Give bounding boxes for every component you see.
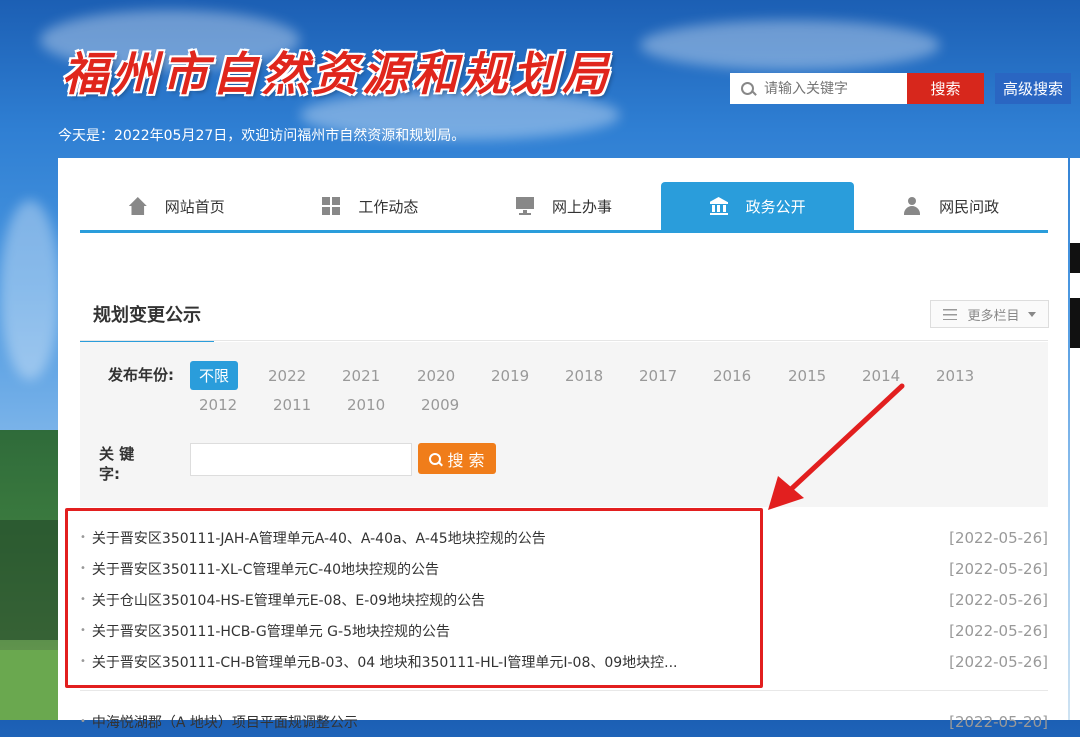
- year-option[interactable]: 2010: [347, 396, 385, 414]
- bullet-icon: •: [80, 716, 86, 727]
- sky-cloud: [0, 200, 60, 380]
- nav-label: 网上办事: [551, 197, 612, 216]
- year-option[interactable]: 2019: [491, 367, 529, 385]
- keyword-input[interactable]: [190, 443, 412, 476]
- list-item-date: [2022-05-26]: [949, 590, 1048, 609]
- more-columns-dropdown[interactable]: 更多栏目: [930, 300, 1049, 328]
- nav-label: 工作动态: [358, 197, 419, 216]
- list-item[interactable]: • 中海悦湖郡（A 地块）项目平面规调整公示 [2022-05-20]: [80, 706, 1048, 737]
- home-icon: [128, 197, 147, 215]
- year-option[interactable]: 2011: [273, 396, 311, 414]
- annotation-arrow-shaft: [785, 383, 905, 495]
- nav-item-home[interactable]: 网站首页: [80, 182, 274, 230]
- header-search-button[interactable]: 搜索: [907, 73, 984, 104]
- year-option[interactable]: 2021: [342, 367, 380, 385]
- welcome-date-line: 今天是：2022年05月27日，欢迎访问福州市自然资源和规划局。: [58, 128, 466, 144]
- list-item-date: [2022-05-26]: [949, 652, 1048, 671]
- list-item-date: [2022-05-20]: [949, 712, 1048, 731]
- user-icon: [903, 197, 921, 215]
- search-icon: [740, 81, 756, 97]
- list-item-title[interactable]: 中海悦湖郡（A 地块）项目平面规调整公示: [92, 712, 939, 732]
- more-columns-label: 更多栏目: [967, 308, 1020, 324]
- header-search-box[interactable]: [730, 73, 907, 104]
- year-option[interactable]: 2016: [713, 367, 751, 385]
- side-strip-mark: [1070, 298, 1080, 348]
- list-item-date: [2022-05-26]: [949, 528, 1048, 547]
- background-grass: [0, 650, 60, 720]
- section-divider: [80, 340, 1048, 341]
- year-option[interactable]: 2013: [936, 367, 974, 385]
- nav-label: 政务公开: [745, 197, 806, 216]
- nav-item-work-news[interactable]: 工作动态: [274, 182, 468, 230]
- nav-label: 网站首页: [164, 197, 225, 216]
- monitor-icon: [515, 197, 534, 215]
- keyword-search-label: 搜 索: [447, 450, 485, 470]
- advanced-search-button[interactable]: 高级搜索: [995, 73, 1071, 104]
- nav-label: 网民问政: [939, 197, 1000, 216]
- right-side-strip: [1070, 158, 1080, 720]
- year-option[interactable]: 2020: [417, 367, 455, 385]
- sky-cloud: [640, 20, 940, 70]
- section-title: 规划变更公示: [80, 288, 214, 343]
- list-icon: [943, 308, 958, 320]
- nav-item-government-affairs[interactable]: 政务公开: [660, 182, 855, 230]
- header-search-input[interactable]: [762, 79, 906, 98]
- year-option[interactable]: 2012: [199, 396, 237, 414]
- background-trees-shadow: [0, 520, 58, 640]
- keyword-search-button[interactable]: 搜 索: [418, 443, 496, 474]
- caret-down-icon: [1027, 311, 1036, 317]
- year-filter-label: 发布年份:: [108, 366, 174, 384]
- annotation-arrow: [768, 383, 905, 510]
- search-icon: [429, 452, 442, 465]
- year-option[interactable]: 2022: [268, 367, 306, 385]
- main-nav: 网站首页 工作动态 网上办事 政务公开 网民问政: [80, 182, 1048, 233]
- keyword-label: 关 键 字:: [99, 445, 135, 483]
- bank-icon: [709, 197, 728, 215]
- year-option[interactable]: 2017: [639, 367, 677, 385]
- list-item-date: [2022-05-26]: [949, 621, 1048, 640]
- nav-item-public-inquiry[interactable]: 网民问政: [854, 182, 1048, 230]
- grid-icon: [322, 197, 341, 215]
- list-divider: [80, 690, 1048, 691]
- year-option[interactable]: 2018: [565, 367, 603, 385]
- nav-item-online-services[interactable]: 网上办事: [467, 182, 661, 230]
- annotation-highlight-box: [65, 508, 763, 688]
- site-logo[interactable]: 福州市自然资源和规划局: [62, 38, 612, 104]
- year-option[interactable]: 不限: [190, 361, 239, 390]
- list-item-date: [2022-05-26]: [949, 559, 1048, 578]
- year-option[interactable]: 2009: [421, 396, 459, 414]
- side-strip-mark: [1070, 243, 1080, 273]
